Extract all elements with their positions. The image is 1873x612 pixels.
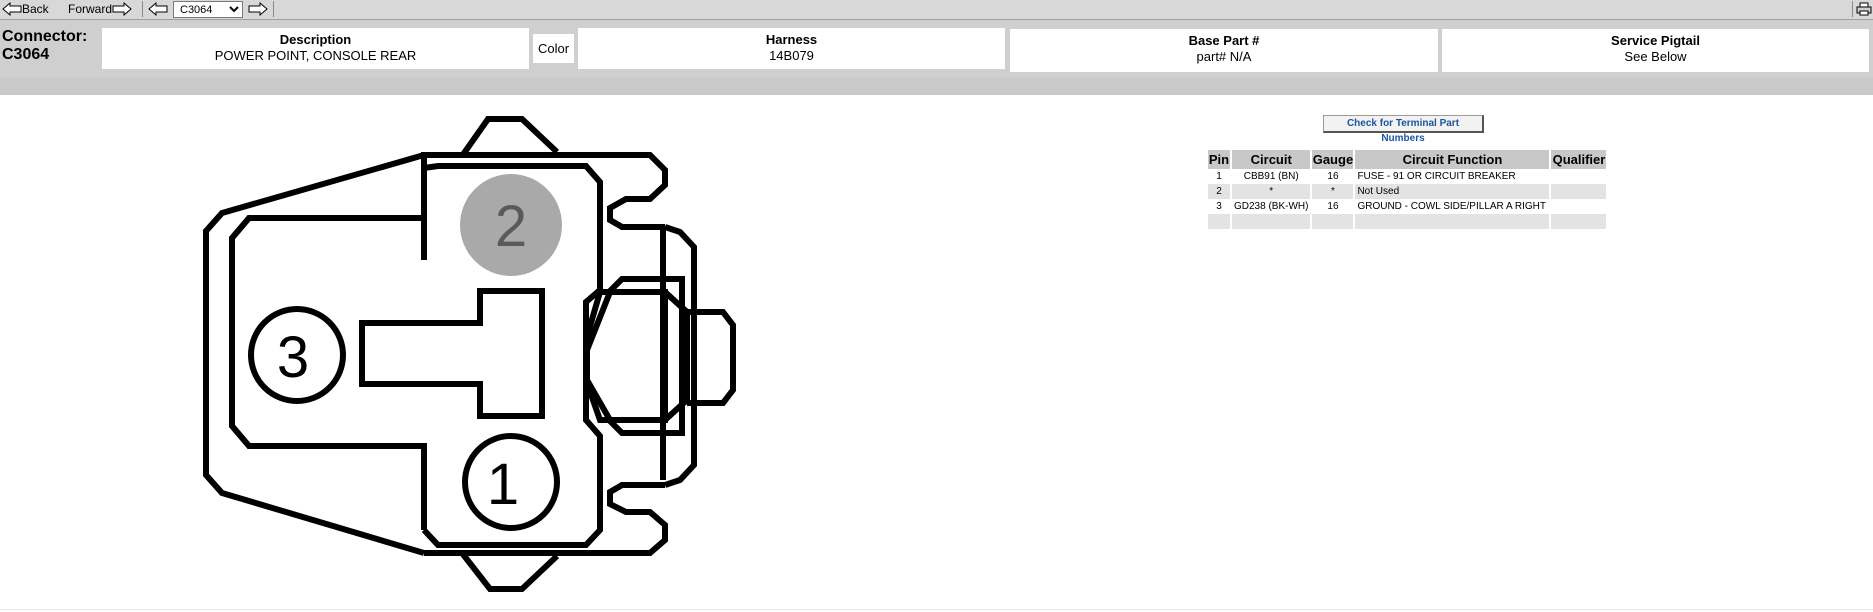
- connector-header: Connector: C3064 Description POWER POINT…: [0, 20, 1873, 78]
- forward-button[interactable]: Forward: [68, 0, 132, 18]
- toolbar-separator: [1852, 1, 1853, 17]
- qualifier-cell: [1551, 184, 1607, 199]
- harness-value: 14B079: [769, 48, 814, 63]
- service-pigtail-box: Service Pigtail See Below: [1442, 29, 1869, 72]
- color-label: Color: [537, 41, 570, 56]
- column-header-circuit: Circuit: [1232, 150, 1311, 169]
- previous-connector-button[interactable]: [148, 0, 168, 18]
- service-pigtail-header: Service Pigtail: [1611, 33, 1700, 48]
- bottom-divider: [0, 609, 1873, 610]
- table-row: 1 CBB91 (BN) 16 FUSE - 91 OR CIRCUIT BRE…: [1208, 169, 1606, 184]
- printer-icon: [1856, 2, 1872, 16]
- base-part-box: Base Part # part# N/A: [1010, 29, 1438, 72]
- forward-arrow-icon: [112, 2, 132, 16]
- toolbar-separator: [273, 1, 274, 17]
- gauge-cell: *: [1312, 184, 1354, 199]
- connector-label: Connector: C3064: [2, 28, 87, 64]
- connector-select[interactable]: C3064: [173, 1, 243, 18]
- column-header-circuit-function: Circuit Function: [1355, 150, 1550, 169]
- harness-box: Harness 14B079: [578, 28, 1005, 69]
- pin-2-label: 2: [495, 194, 527, 259]
- description-box: Description POWER POINT, CONSOLE REAR: [102, 28, 529, 69]
- toolbar: Back Forward C3064: [0, 0, 1873, 20]
- gauge-cell: 16: [1327, 171, 1339, 182]
- pin-cell: [1208, 214, 1230, 229]
- header-divider-band: [0, 78, 1873, 95]
- base-part-value: part# N/A: [1196, 49, 1252, 64]
- connector-id: C3064: [2, 46, 50, 63]
- back-arrow-icon: [2, 2, 22, 16]
- right-arrow-icon: [248, 2, 268, 16]
- service-pigtail-value: See Below: [1624, 49, 1687, 64]
- pin-1-label: 1: [487, 452, 519, 517]
- circuit-cell: *: [1232, 184, 1311, 199]
- qualifier-cell: [1551, 199, 1606, 214]
- circuit-function-cell: Not Used: [1355, 184, 1550, 199]
- base-part-header: Base Part #: [1188, 33, 1260, 48]
- harness-header: Harness: [765, 32, 818, 47]
- circuit-function-cell: GROUND - COWL SIDE/PILLAR A RIGHT: [1357, 201, 1547, 212]
- pin-table: Pin Circuit Gauge Circuit Function Quali…: [1206, 150, 1608, 229]
- column-header-qualifier: Qualifier: [1551, 150, 1607, 169]
- column-header-gauge: Gauge: [1312, 150, 1354, 169]
- description-header: Description: [279, 32, 352, 47]
- connector-label-title: Connector:: [2, 28, 88, 45]
- circuit-function-cell: [1355, 214, 1550, 229]
- forward-label: Forward: [68, 2, 113, 16]
- pin-cell: 3: [1216, 201, 1222, 212]
- circuit-cell: GD238 (BK-WH): [1234, 201, 1309, 212]
- pin-cell: 2: [1208, 184, 1230, 199]
- pin-table-header: Pin Circuit Gauge Circuit Function Quali…: [1208, 150, 1607, 169]
- table-row: [1208, 214, 1607, 229]
- connector-face-diagram: 2 3 1: [203, 116, 736, 592]
- back-button[interactable]: Back: [2, 0, 49, 18]
- back-label: Back: [22, 2, 49, 16]
- circuit-cell: [1232, 214, 1311, 229]
- pin-cell: 1: [1216, 171, 1222, 182]
- toolbar-separator: [142, 1, 143, 17]
- table-row: 3 GD238 (BK-WH) 16 GROUND - COWL SIDE/PI…: [1208, 199, 1606, 214]
- circuit-function-cell: FUSE - 91 OR CIRCUIT BREAKER: [1357, 171, 1516, 182]
- color-box: Color: [533, 34, 574, 63]
- column-header-pin: Pin: [1208, 150, 1230, 169]
- pin-3-label: 3: [277, 325, 309, 390]
- description-value: POWER POINT, CONSOLE REAR: [214, 48, 417, 63]
- check-terminal-part-numbers-button[interactable]: Check for Terminal Part Numbers: [1323, 115, 1484, 144]
- qualifier-cell: [1551, 169, 1606, 184]
- next-connector-button[interactable]: [248, 0, 268, 18]
- gauge-cell: [1312, 214, 1354, 229]
- table-row: 2 * * Not Used: [1208, 184, 1607, 199]
- left-arrow-icon: [148, 2, 168, 16]
- gauge-cell: 16: [1327, 201, 1339, 212]
- circuit-cell: CBB91 (BN): [1243, 171, 1299, 182]
- print-button[interactable]: [1856, 0, 1872, 18]
- qualifier-cell: [1551, 214, 1607, 229]
